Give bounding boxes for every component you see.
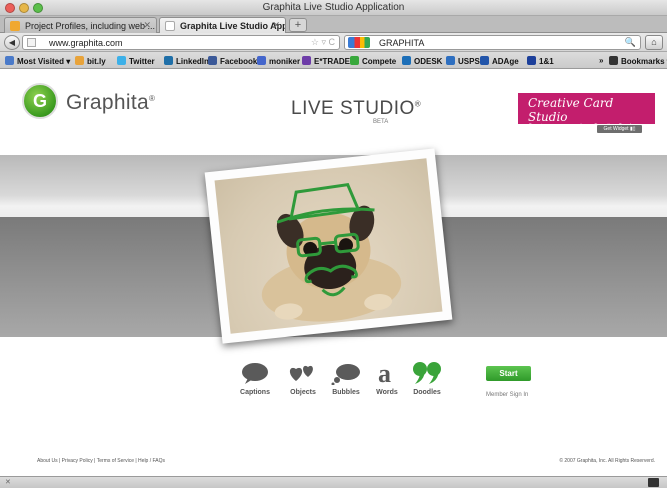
back-button[interactable]: ◀ [4, 35, 20, 50]
title-bar: Graphita Live Studio Application [0, 0, 667, 16]
photo-card[interactable] [204, 148, 453, 344]
bookmark-odesk[interactable]: ODESK [402, 56, 442, 66]
footer-copyright: © 2007 Graphita, Inc. All Rights Reserve… [559, 458, 655, 464]
odesk-icon [402, 56, 411, 65]
tab-project-profiles[interactable]: Project Profiles, including web ... ✕ [4, 17, 157, 33]
tool-label: Captions [240, 389, 270, 396]
bookmark-adage[interactable]: ADAge [480, 56, 519, 66]
twitter-icon [117, 56, 126, 65]
member-sign-in-link[interactable]: Member Sign In [486, 392, 528, 398]
tab-close-icon[interactable]: ✕ [143, 20, 151, 31]
bookmark-facebook[interactable]: Facebook [208, 56, 257, 66]
bookmark-star-icon[interactable]: ☆ ▿ C [311, 37, 335, 48]
addon-status-icon[interactable] [648, 478, 659, 487]
words-tool[interactable]: a Words [375, 361, 399, 396]
tab-graphita[interactable]: Graphita Live Studio Application ✕ [159, 17, 286, 33]
graphita-logo-text[interactable]: Graphita® [66, 91, 155, 115]
navigation-bar: ◀ www.graphita.com ☆ ▿ C GRAPHITA 🔍 ⌂ [0, 33, 667, 52]
graphita-logo-icon[interactable]: G [22, 83, 58, 119]
bookmarks-overflow-button[interactable]: » [599, 56, 603, 65]
get-widget-button[interactable]: Get Widget ▮▯ [597, 125, 642, 133]
search-engine-icon[interactable] [348, 37, 370, 48]
facebook-icon [208, 56, 217, 65]
pug-doodle-illustration [261, 183, 402, 322]
bookmark-compete[interactable]: Compete [350, 56, 396, 66]
url-input[interactable]: www.graphita.com ☆ ▿ C [22, 35, 340, 50]
page-footer: About Us | Privacy Policy | Terms of Ser… [0, 455, 667, 469]
tool-label: Doodles [413, 389, 441, 396]
bookmark-1and1[interactable]: 1&1 [527, 56, 554, 66]
search-icon[interactable]: 🔍 [625, 37, 636, 48]
site-identity-icon[interactable] [27, 38, 36, 47]
most-visited-icon [5, 56, 14, 65]
bookmark-usps[interactable]: USPS [446, 56, 480, 66]
bookmarks-menu-button[interactable]: Bookmarks ▾ [609, 56, 667, 66]
bookmarks-icon [609, 56, 618, 65]
status-bar: ✕ [0, 476, 667, 488]
home-button[interactable]: ⌂ [645, 35, 663, 50]
tab-close-icon[interactable]: ✕ [272, 20, 280, 31]
page-content: G Graphita® LIVE STUDIO® BETA Creative C… [0, 70, 667, 476]
bubbles-tool[interactable]: Bubbles [331, 361, 361, 396]
tool-label: Words [376, 389, 398, 396]
search-value: GRAPHITA [379, 38, 425, 48]
window-title: Graphita Live Studio Application [262, 2, 405, 13]
tab-favicon-icon [10, 21, 20, 31]
bookmarks-bar: Most Visited ▾ bit.ly Twitter LinkedIn F… [0, 52, 667, 69]
status-close-icon[interactable]: ✕ [5, 478, 11, 486]
url-text: www.graphita.com [49, 38, 123, 48]
beta-label: BETA [373, 119, 389, 125]
browser-window: Graphita Live Studio Application Project… [0, 0, 667, 488]
creative-card-studio-banner[interactable]: Creative Card Studio Create your own uni… [518, 93, 655, 130]
objects-tool[interactable]: Objects [288, 361, 318, 396]
promo-title: Creative Card Studio [528, 96, 614, 124]
compete-icon [350, 56, 359, 65]
tool-label: Bubbles [332, 389, 360, 396]
site-header: G Graphita® LIVE STUDIO® BETA Creative C… [0, 70, 667, 155]
pug-photo [214, 158, 443, 334]
usps-icon [446, 56, 455, 65]
search-input[interactable]: GRAPHITA 🔍 [344, 35, 641, 50]
tab-label: Project Profiles, including web ... [25, 21, 156, 31]
live-studio-title: LIVE STUDIO® [291, 98, 422, 119]
start-button[interactable]: Start [486, 366, 531, 381]
bookmark-etrade[interactable]: E*TRADE [302, 56, 350, 66]
1and1-icon [527, 56, 536, 65]
moniker-icon [257, 56, 266, 65]
captions-tool[interactable]: Captions [240, 361, 270, 396]
thought-bubble-icon [331, 364, 360, 385]
speech-bubble-icon [242, 363, 268, 384]
hearts-icon [289, 365, 313, 381]
bookmark-linkedin[interactable]: LinkedIn [164, 56, 209, 66]
bookmark-twitter[interactable]: Twitter [117, 56, 155, 66]
tool-label: Objects [290, 389, 316, 396]
tab-label: Graphita Live Studio Application [180, 21, 285, 31]
adage-icon [480, 56, 489, 65]
footer-links[interactable]: About Us | Privacy Policy | Terms of Ser… [37, 458, 165, 464]
bookmark-bitly[interactable]: bit.ly [75, 56, 106, 66]
tab-strip: Project Profiles, including web ... ✕ Gr… [0, 16, 667, 33]
svg-text:a: a [378, 361, 391, 385]
bookmark-moniker[interactable]: moniker [257, 56, 300, 66]
tab-favicon-icon [165, 21, 175, 31]
bookmark-most-visited[interactable]: Most Visited ▾ [5, 56, 70, 66]
quote-marks-icon [413, 362, 441, 384]
doodles-tool[interactable]: Doodles [412, 361, 442, 396]
etrade-icon [302, 56, 311, 65]
new-tab-button[interactable]: + [289, 18, 307, 32]
letter-a-icon: a [378, 361, 391, 385]
bitly-icon [75, 56, 84, 65]
linkedin-icon [164, 56, 173, 65]
